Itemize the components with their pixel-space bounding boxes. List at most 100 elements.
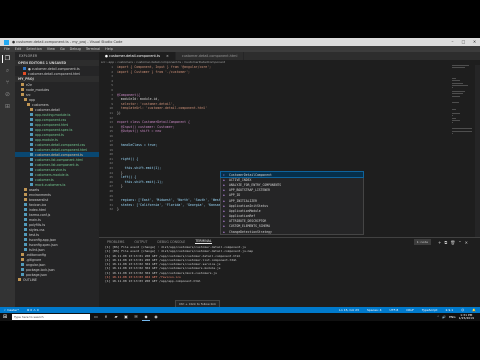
maximize-panel-icon[interactable]: ⌃ (458, 240, 461, 245)
menu-terminal[interactable]: Terminal (86, 47, 100, 51)
minimap-line (452, 86, 453, 88)
trash-icon[interactable]: 🗑 (450, 240, 455, 245)
debug-icon[interactable]: ⊘ (3, 91, 12, 99)
cursor-position[interactable]: Ln 15, Col 23 (339, 308, 359, 312)
menu-view[interactable]: View (47, 47, 55, 51)
tree-item-label: test.ts (29, 232, 40, 237)
tree-item-label: e2e (26, 82, 32, 87)
menu-help[interactable]: Help (105, 47, 113, 51)
terminal-output[interactable]: [1] [BS] File event [change] : dist/app/… (99, 245, 480, 288)
file-icon (30, 168, 33, 171)
ts-version-status[interactable]: 2.9.1 (445, 308, 453, 312)
explorer-title: EXPLORER (19, 54, 38, 58)
minimap-line (452, 67, 466, 69)
branch-status[interactable]: ⑂ master* (4, 308, 19, 312)
minimap[interactable] (452, 65, 474, 237)
suggest-label: ChangeDetectionStrategy (229, 229, 272, 234)
language-indicator[interactable]: ENG (449, 315, 455, 319)
tree-item-label: .gitignore (26, 257, 42, 262)
tab-label: customer-detail.component.html (181, 54, 238, 58)
menu-file[interactable]: File (4, 47, 10, 51)
chrome-icon[interactable]: ◉ (152, 313, 160, 321)
tab-output[interactable]: OUTPUT (134, 240, 147, 244)
minimize-button[interactable]: – (447, 38, 458, 46)
add-terminal-icon[interactable]: + (438, 240, 441, 245)
tree-item-label: customers.module.ts (35, 172, 69, 177)
menu-debug[interactable]: Debug (70, 47, 81, 51)
tab-customer-detail-ts[interactable]: ● customer-detail.component.ts × (99, 52, 176, 60)
minimap-line (452, 82, 463, 84)
close-tab-icon[interactable]: × (166, 54, 169, 58)
file-icon (21, 268, 24, 271)
folder-icon (24, 188, 27, 191)
file-icon (24, 228, 27, 231)
tab-label: ● customer-detail.component.ts (105, 54, 160, 58)
tree-item-label: .editorconfig (26, 252, 47, 257)
tray-overflow-icon[interactable]: ⌃ (437, 315, 440, 319)
problems-status[interactable]: ⊗ 0 ⚠ 0 (27, 308, 39, 312)
folder-icon[interactable]: ▰ (112, 313, 120, 321)
files-icon[interactable]: ❐ (2, 55, 12, 63)
tree-item-label: customers (32, 102, 49, 107)
tree-item-label: customer-detail.component.html (35, 147, 88, 152)
minimap-line (452, 102, 460, 104)
tree-item[interactable]: OUTLINE (15, 277, 99, 282)
terminal-select[interactable]: 1: node (413, 239, 431, 245)
edge-icon[interactable]: e (102, 313, 110, 321)
tab-debug-console[interactable]: DEBUG CONSOLE (157, 240, 185, 244)
open-editor-label: ● customer-detail.component.ts (28, 66, 80, 71)
close-panel-icon[interactable]: ✕ (465, 240, 468, 245)
minimap-line (452, 65, 470, 66)
file-icon (21, 273, 24, 276)
source-control-icon[interactable]: ⑂ (3, 79, 12, 87)
editor-scrollbar[interactable] (475, 65, 480, 237)
folder-icon (21, 253, 24, 256)
notifications-icon[interactable]: 🔔 (472, 308, 476, 312)
windows-start-icon[interactable]: ⊞ (0, 313, 10, 321)
panel-controls: 1: node + ⧉ 🗑 ⌃ ✕ (413, 239, 468, 245)
file-icon (30, 163, 33, 166)
search-icon[interactable]: ⌕ (3, 67, 12, 75)
file-icon (30, 153, 33, 156)
indentation-status[interactable]: Spaces: 4 (367, 308, 382, 312)
tree-item-label: app.component.spec.ts (35, 127, 73, 132)
tree-item-label: main.ts (29, 217, 41, 222)
minimap-line (452, 91, 466, 93)
menu-selection[interactable]: Selection (26, 47, 42, 51)
file-icon (30, 128, 33, 131)
bottom-panel: PROBLEMS OUTPUT DEBUG CONSOLE TERMINAL 1… (99, 237, 480, 308)
extensions-icon[interactable]: ⊞ (3, 103, 12, 111)
store-icon[interactable]: ▣ (122, 313, 130, 321)
eol-status[interactable]: CRLF (406, 308, 414, 312)
vscode-icon[interactable]: ◆ (142, 313, 150, 321)
symbol-kind-icon: ◆ (223, 214, 225, 219)
clock[interactable]: 1:31 PM 1/15/2019 (459, 313, 477, 321)
menu-edit[interactable]: Edit (15, 47, 22, 51)
feedback-icon[interactable]: ☺ (461, 308, 464, 312)
file-icon (24, 218, 27, 221)
split-terminal-icon[interactable]: ⧉ (444, 240, 447, 245)
folder-icon (24, 98, 27, 101)
symbol-kind-icon: ◆ (223, 219, 225, 224)
suggest-label: CustomerDetailComponent (229, 172, 272, 177)
screen: ● customer-detail.component.ts - my_proj… (0, 38, 480, 321)
tab-customer-detail-html[interactable]: customer-detail.component.html (175, 52, 245, 60)
mail-icon[interactable]: ✉ (132, 313, 140, 321)
close-window-button[interactable]: ✕ (469, 38, 480, 46)
volume-icon[interactable]: 🔊 (442, 315, 446, 319)
tab-problems[interactable]: PROBLEMS (107, 240, 124, 244)
editor-tabs: ● customer-detail.component.ts × custome… (99, 52, 480, 60)
tree-item-label: src (26, 92, 31, 97)
file-icon (30, 183, 33, 186)
maximize-button[interactable]: □ (458, 38, 469, 46)
language-status[interactable]: TypeScript (422, 308, 438, 312)
task-view-icon[interactable]: ▭ (92, 313, 100, 321)
suggest-item[interactable]: ◆ ChangeDetectionStrategy (221, 229, 363, 234)
encoding-status[interactable]: UTF-8 (390, 308, 399, 312)
tree-item-label: index.html (29, 207, 46, 212)
menu-go[interactable]: Go (60, 47, 65, 51)
suggest-widget[interactable]: C CustomerDetailComponent ◆ ACTIVE_INDEX ◆ AN… (220, 170, 364, 235)
taskbar-search-input[interactable]: Type here to search (12, 314, 90, 320)
tab-terminal[interactable]: TERMINAL (195, 239, 212, 244)
code-editor[interactable]: 1 2 3 4 5 6 7 8 9 10 11 12 13 14 15 16 17 18 19 20 21 22 23 24 2… (99, 65, 480, 237)
